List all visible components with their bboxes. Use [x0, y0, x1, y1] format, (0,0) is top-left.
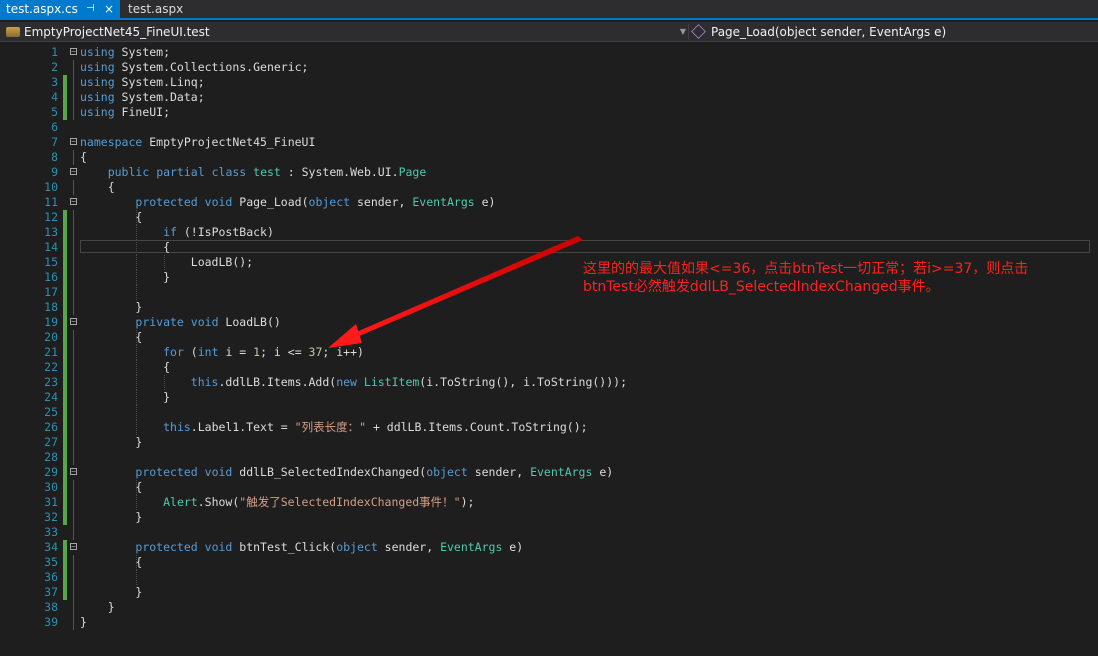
- tab-test-aspx[interactable]: test.aspx: [122, 0, 189, 18]
- tab-label: test.aspx.cs: [6, 2, 78, 16]
- annotation-line-1: 这里的的最大值如果<=36，点击btnTest一切正常；若i>=37，则点击: [583, 261, 1029, 277]
- tab-label: test.aspx: [128, 2, 184, 16]
- divider: [688, 24, 689, 40]
- code-editor[interactable]: 1− using System; 2 using System.Collections…: [0, 43, 1098, 656]
- member-label: Page_Load(object sender, EventArgs e): [711, 25, 947, 39]
- csharp-file-icon: [6, 27, 20, 37]
- navigation-bar: EmptyProjectNet45_FineUI.test ▼ Page_Loa…: [0, 22, 1098, 42]
- project-label: EmptyProjectNet45_FineUI.test: [24, 25, 210, 39]
- annotation-arrow: [328, 236, 583, 348]
- member-dropdown[interactable]: Page_Load(object sender, EventArgs e): [691, 23, 1092, 41]
- project-dropdown[interactable]: EmptyProjectNet45_FineUI.test ▼: [6, 23, 688, 41]
- annotation-line-2: btnTest必然触发ddlLB_SelectedIndexChanged事件。: [583, 279, 940, 295]
- pin-icon[interactable]: ⊣: [86, 0, 95, 18]
- tab-test-aspx-cs[interactable]: test.aspx.cs ⊣ ×: [0, 0, 120, 18]
- document-tab-bar: test.aspx.cs ⊣ × test.aspx: [0, 0, 1098, 20]
- close-icon[interactable]: ×: [104, 0, 114, 18]
- arrow-head: [328, 324, 362, 348]
- arrow-shaft: [347, 236, 583, 340]
- chevron-down-icon[interactable]: ▼: [680, 23, 686, 41]
- annotation-note: 这里的的最大值如果<=36，点击btnTest一切正常；若i>=37，则点击 b…: [583, 260, 1083, 296]
- method-icon: [691, 24, 706, 39]
